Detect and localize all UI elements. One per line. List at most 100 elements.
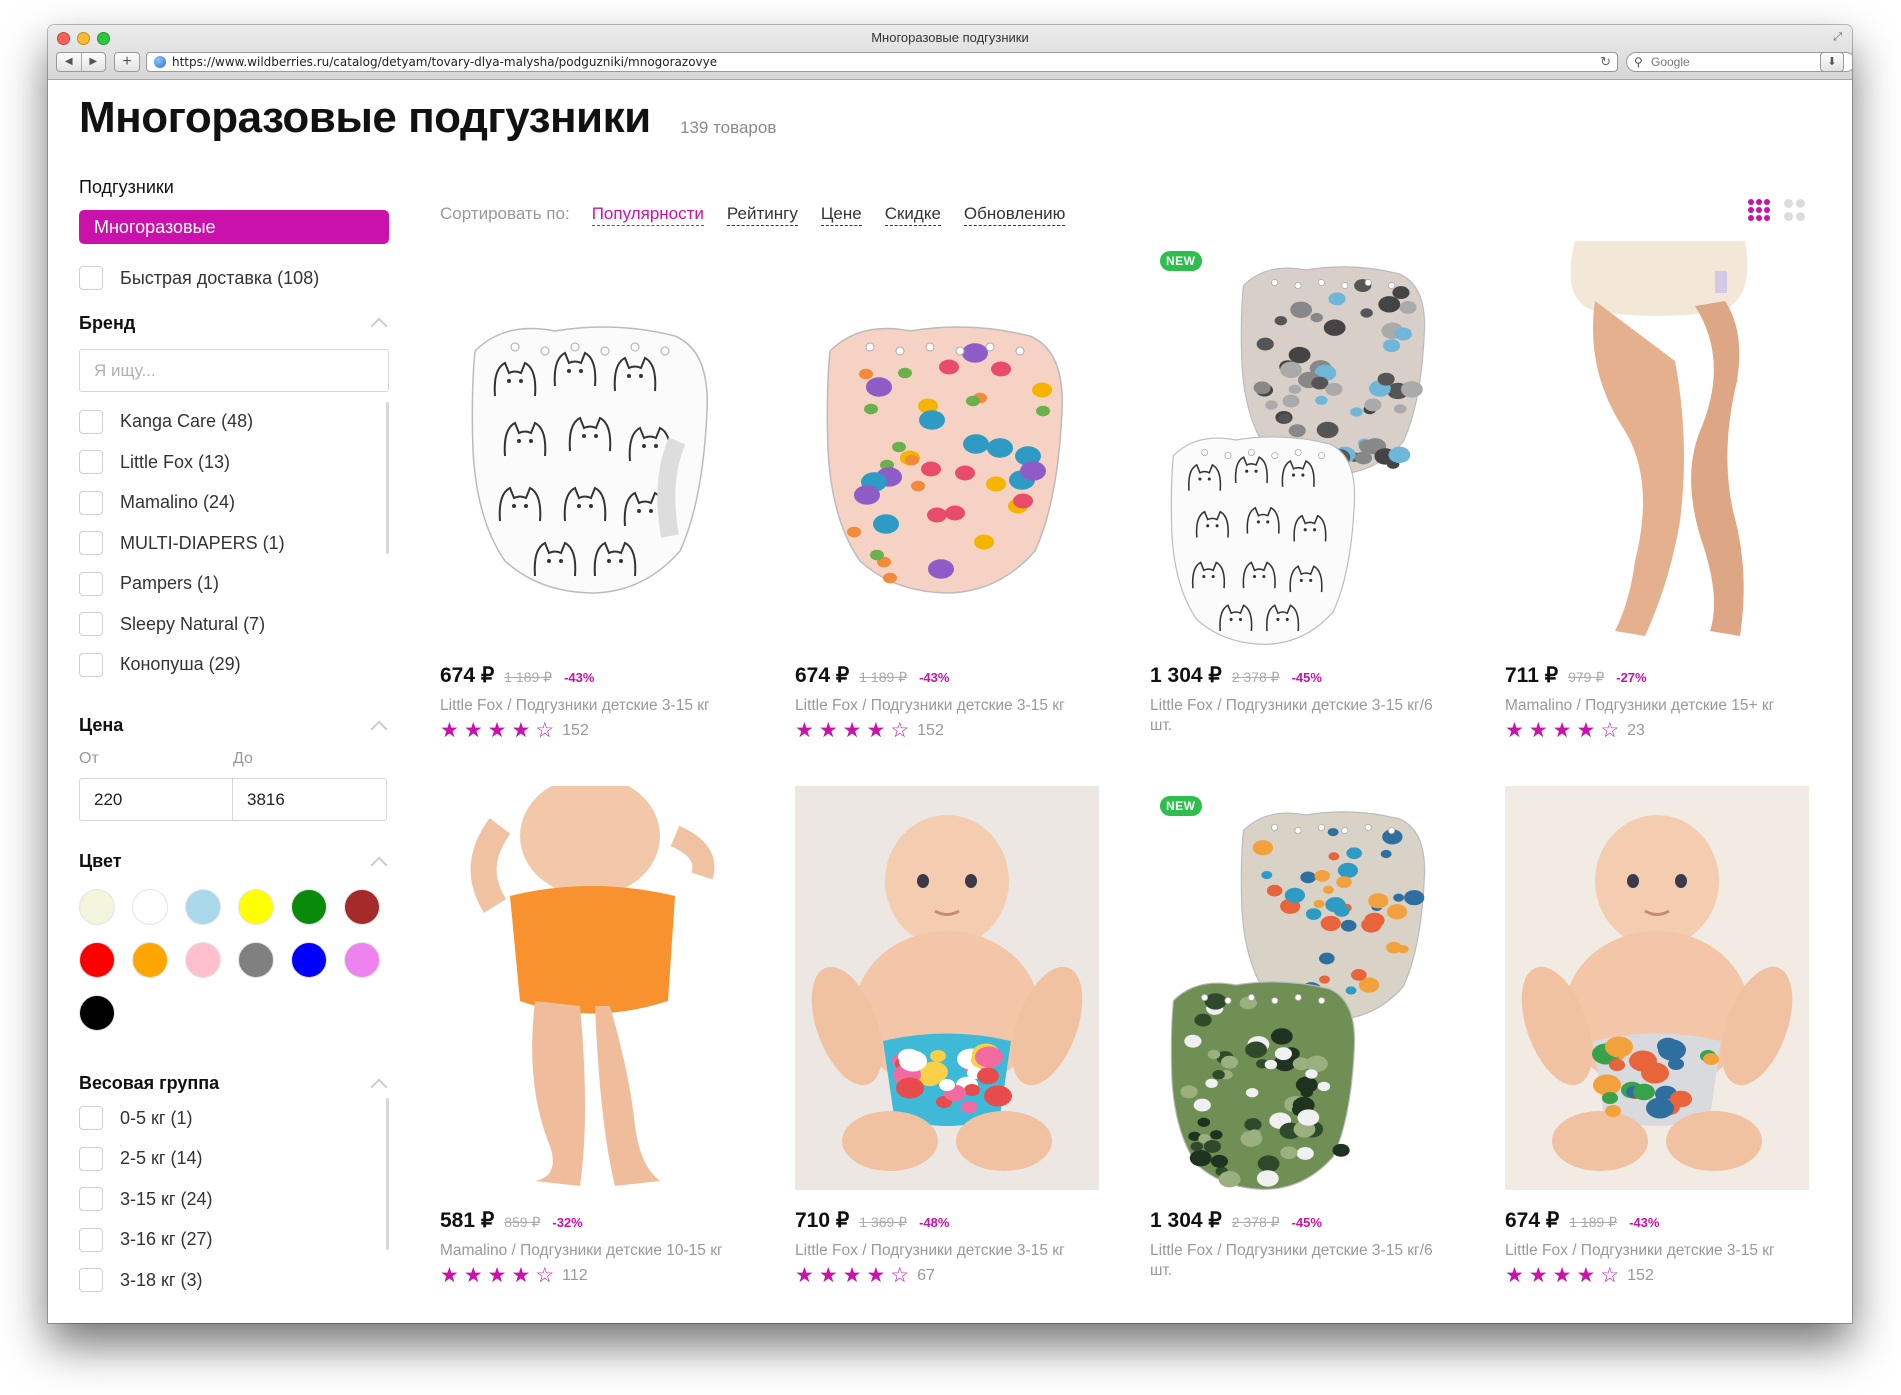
sort-newest[interactable]: Обновлению: [963, 204, 1066, 226]
brand-option[interactable]: Конопуша (29): [79, 645, 389, 686]
checkbox[interactable]: [79, 1268, 103, 1293]
color-swatch[interactable]: [344, 942, 380, 978]
checkbox[interactable]: [79, 612, 103, 637]
checkbox[interactable]: [79, 450, 103, 475]
brand-option[interactable]: Kanga Care (48): [79, 402, 389, 443]
checkbox[interactable]: [79, 531, 103, 556]
product-name[interactable]: Little Fox / Подгузники детские 3-15 кг/…: [1150, 1241, 1456, 1281]
price-filter-header[interactable]: Цена: [79, 715, 389, 737]
product-image[interactable]: [1505, 241, 1809, 645]
product-card[interactable]: 674 ₽ 1 189 ₽ -43% Little Fox / Подгузни…: [795, 241, 1101, 741]
product-name[interactable]: Mamalino / Подгузники детские 15+ кг: [1505, 696, 1811, 716]
color-swatch[interactable]: [238, 889, 274, 925]
checkbox[interactable]: [79, 1106, 103, 1131]
brand-list-scrollbar[interactable]: [386, 401, 389, 554]
color-swatch[interactable]: [238, 942, 274, 978]
chevron-up-icon[interactable]: [370, 1078, 388, 1095]
color-swatch[interactable]: [185, 942, 221, 978]
address-bar[interactable]: https://www.wildberries.ru/catalog/detya…: [146, 52, 1618, 72]
product-image[interactable]: [440, 241, 744, 645]
sort-rating[interactable]: Рейтингу: [726, 204, 798, 226]
sort-discount[interactable]: Скидке: [884, 204, 941, 226]
product-card[interactable]: 674 ₽ 1 189 ₽ -43% Little Fox / Подгузни…: [440, 241, 746, 741]
product-name[interactable]: Little Fox / Подгузники детские 3-15 кг: [1505, 1241, 1811, 1261]
checkbox[interactable]: [79, 571, 103, 596]
product-card[interactable]: 674 ₽ 1 189 ₽ -43% Little Fox / Подгузни…: [1505, 786, 1811, 1286]
weight-option[interactable]: 3-15 кг (24): [79, 1179, 389, 1220]
add-bookmark-button[interactable]: +: [114, 52, 140, 72]
color-swatch[interactable]: [79, 995, 115, 1031]
forward-button[interactable]: ▶: [82, 53, 106, 71]
product-image[interactable]: [1505, 786, 1809, 1190]
product-name[interactable]: Little Fox / Подгузники детские 3-15 кг: [440, 696, 746, 716]
chevron-up-icon[interactable]: [370, 317, 388, 335]
product-card[interactable]: NEW 1 304 ₽ 2 378 ₽ -45% Little Fox / По…: [1150, 786, 1456, 1281]
checkbox[interactable]: [79, 1146, 103, 1171]
product-card[interactable]: NEW 1 304 ₽ 2 378 ₽ -45% Little Fox / По…: [1150, 241, 1456, 736]
color-swatch[interactable]: [291, 942, 327, 978]
browser-search-placeholder: Google: [1651, 55, 1690, 69]
product-name[interactable]: Little Fox / Подгузники детские 3-15 кг/…: [1150, 696, 1456, 736]
color-swatches: [79, 889, 389, 1031]
checkbox[interactable]: [79, 490, 103, 515]
product-image[interactable]: NEW: [1150, 241, 1454, 645]
product-image[interactable]: [440, 786, 744, 1190]
browser-search-field[interactable]: ⚲ Google: [1626, 52, 1852, 72]
checkbox[interactable]: [79, 1227, 103, 1252]
grid-large-view-icon[interactable]: [1784, 199, 1805, 221]
old-price: 979 ₽: [1568, 669, 1605, 685]
checkbox[interactable]: [79, 266, 103, 291]
product-image[interactable]: NEW: [1150, 786, 1454, 1190]
product-card[interactable]: 581 ₽ 859 ₽ -32% Mamalino / Подгузники д…: [440, 786, 746, 1286]
fullscreen-icon[interactable]: ⤢: [1833, 31, 1842, 44]
product-name[interactable]: Mamalino / Подгузники детские 10-15 кг: [440, 1241, 746, 1261]
weight-option[interactable]: 0-5 кг (1): [79, 1098, 389, 1139]
weight-option-label: 2-5 кг (14): [120, 1148, 203, 1169]
brand-option[interactable]: Sleepy Natural (7): [79, 604, 389, 645]
checkbox[interactable]: [79, 652, 103, 677]
star-filled-icon: ★: [1505, 1264, 1524, 1287]
brand-option[interactable]: Mamalino (24): [79, 483, 389, 524]
category-active[interactable]: Многоразовые: [79, 210, 389, 244]
weight-filter-header[interactable]: Весовая группа: [79, 1073, 389, 1095]
color-swatch[interactable]: [132, 889, 168, 925]
product-card[interactable]: 710 ₽ 1 369 ₽ -48% Little Fox / Подгузни…: [795, 786, 1101, 1286]
chevron-up-icon[interactable]: [370, 856, 388, 873]
product-name[interactable]: Little Fox / Подгузники детские 3-15 кг: [795, 1241, 1101, 1261]
sort-popularity[interactable]: Популярности: [591, 204, 704, 226]
weight-option[interactable]: 3-18 кг (3): [79, 1260, 389, 1301]
weight-option[interactable]: 3-16 кг (27): [79, 1220, 389, 1261]
current-price: 674 ₽: [440, 664, 495, 687]
sort-price[interactable]: Цене: [820, 204, 862, 226]
color-swatch[interactable]: [291, 889, 327, 925]
price-from-input[interactable]: 220: [79, 778, 233, 821]
color-swatch[interactable]: [79, 942, 115, 978]
downloads-button[interactable]: ⬇: [1820, 52, 1844, 72]
brand-option[interactable]: Little Fox (13): [79, 442, 389, 483]
weight-option[interactable]: 2-5 кг (14): [79, 1139, 389, 1180]
grid-small-view-icon[interactable]: [1748, 199, 1770, 221]
color-filter-header[interactable]: Цвет: [79, 851, 389, 873]
price-to-input[interactable]: 3816: [233, 778, 387, 821]
chevron-up-icon[interactable]: [370, 720, 388, 737]
checkbox[interactable]: [79, 409, 103, 434]
brand-option[interactable]: MULTI-DIAPERS (1): [79, 523, 389, 564]
weight-list-scrollbar[interactable]: [386, 1098, 389, 1250]
color-swatch[interactable]: [132, 942, 168, 978]
color-swatch[interactable]: [79, 889, 115, 925]
brand-filter-header[interactable]: Бренд: [79, 313, 389, 335]
color-swatch[interactable]: [344, 889, 380, 925]
checkbox[interactable]: [79, 1187, 103, 1212]
product-name[interactable]: Little Fox / Подгузники детские 3-15 кг: [795, 696, 1101, 716]
current-price: 1 304 ₽: [1150, 664, 1222, 687]
brand-option[interactable]: Pampers (1): [79, 564, 389, 605]
product-image[interactable]: [795, 786, 1099, 1190]
category-heading[interactable]: Подгузники: [79, 177, 389, 198]
back-button[interactable]: ◀: [57, 53, 82, 71]
product-image[interactable]: [795, 241, 1099, 645]
product-card[interactable]: 711 ₽ 979 ₽ -27% Mamalino / Подгузники д…: [1505, 241, 1811, 741]
brand-search-input[interactable]: Я ищу...: [79, 348, 389, 392]
fast-delivery-filter[interactable]: Быстрая доставка (108): [79, 258, 389, 299]
reload-icon[interactable]: ↻: [1600, 54, 1611, 70]
color-swatch[interactable]: [185, 889, 221, 925]
